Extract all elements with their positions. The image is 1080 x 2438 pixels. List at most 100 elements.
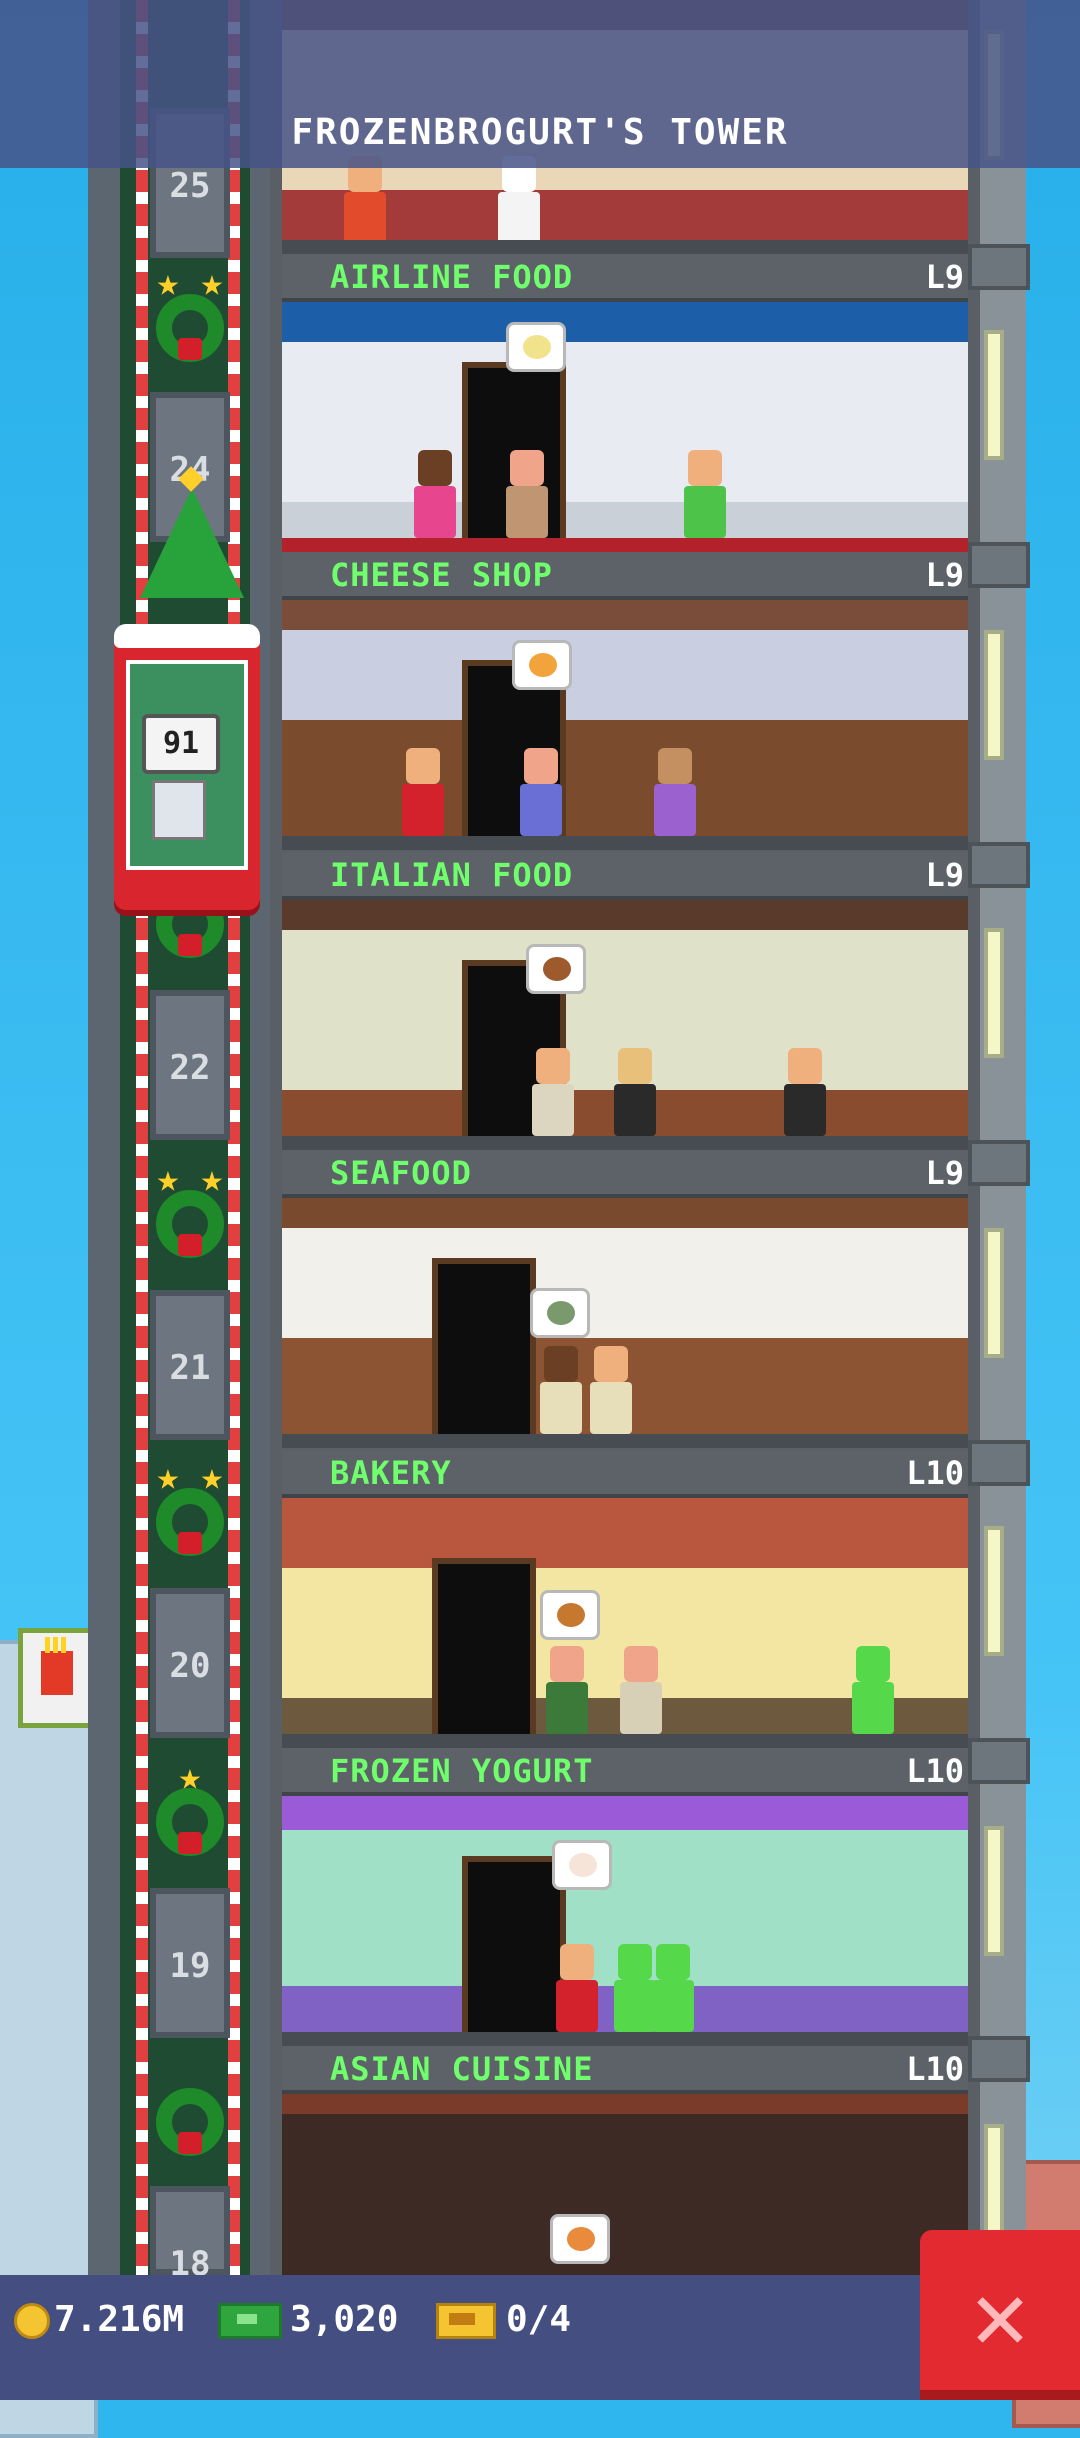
elevator-car[interactable]: 91 (114, 624, 260, 910)
floor-cheese-shop[interactable]: CHEESE SHOP L9 (282, 552, 968, 850)
tower-light (984, 630, 1004, 760)
order-bubble (512, 640, 572, 690)
close-icon: ✕ (971, 2259, 1029, 2371)
bitizen (612, 1048, 658, 1136)
santa-bitizen (554, 1944, 600, 2032)
order-bubble (506, 322, 566, 372)
order-bubble (540, 1590, 600, 1640)
order-bubble (550, 2214, 610, 2264)
tower-title: FROZENBROGURT'S TOWER (291, 112, 789, 153)
tickets-stat[interactable]: 0/4 (436, 2292, 571, 2348)
christmas-tree-icon (140, 488, 244, 598)
bitizen (504, 450, 550, 538)
tower-light (984, 1526, 1004, 1656)
santa-bitizen (400, 748, 446, 836)
shaft-floor-marker: 21 (150, 1290, 230, 1440)
floor-name: FROZEN YOGURT (330, 1752, 594, 1790)
bitizen (538, 1346, 584, 1434)
order-bubble (526, 944, 586, 994)
bitizen (682, 450, 728, 538)
bux-icon (218, 2303, 282, 2339)
floor-italian-food[interactable]: ITALIAN FOOD L9 (282, 852, 968, 1150)
wreath-decoration: ★ ★ (146, 1156, 234, 1290)
bitizen (544, 1646, 590, 1734)
floor-level: L10 (906, 2050, 964, 2088)
frog-costume-bitizen (850, 1646, 896, 1734)
bitizen (618, 1646, 664, 1734)
bitizen (518, 748, 564, 836)
tower-light (984, 928, 1004, 1058)
floor-name: AIRLINE FOOD (330, 258, 574, 296)
frog-costume-bitizen (650, 1944, 696, 2032)
wreath-decoration: ★ (146, 1757, 234, 1888)
tickets-value: 0/4 (506, 2299, 572, 2340)
coins-stat[interactable]: 7.216M (14, 2292, 184, 2348)
shaft-floor-number: 20 (169, 1646, 211, 1686)
star-icon: ★ (156, 260, 180, 304)
floor-room (282, 302, 968, 552)
floor-frozen-yogurt[interactable]: FROZEN YOGURT L10 (282, 1748, 968, 2046)
floor-seafood[interactable]: SEAFOOD L9 (282, 1150, 968, 1448)
star-icon: ★ (200, 260, 224, 304)
elevator-snow (114, 624, 260, 648)
order-bubble (552, 1840, 612, 1890)
floor-asian-cuisine[interactable]: ASIAN CUISINE L10 (282, 2046, 968, 2275)
floor-header: FROZEN YOGURT L10 (282, 1748, 968, 1796)
robot-bitizen-icon (152, 780, 206, 840)
tower-bracket (968, 842, 1030, 888)
floor-room (282, 600, 968, 850)
floor-bakery[interactable]: BAKERY L10 (282, 1450, 968, 1748)
floor-airline-food[interactable]: AIRLINE FOOD L9 (282, 254, 968, 552)
tower-bracket (968, 244, 1030, 290)
floor-header: ASIAN CUISINE L10 (282, 2046, 968, 2094)
star-icon: ★ (200, 1454, 224, 1498)
floor-level: L9 (925, 856, 964, 894)
tower-light (984, 1228, 1004, 1358)
floor-level: L9 (925, 1154, 964, 1192)
floor-header: BAKERY L10 (282, 1450, 968, 1498)
shop-door (432, 1558, 536, 1734)
shaft-floor-marker: 22 (150, 990, 230, 1140)
star-icon: ★ (156, 1156, 180, 1200)
floor-level: L9 (925, 258, 964, 296)
floor-room (282, 2094, 968, 2275)
tower-bracket (968, 542, 1030, 588)
floor-header: ITALIAN FOOD L9 (282, 852, 968, 900)
floor-name: SEAFOOD (330, 1154, 472, 1192)
close-button[interactable]: ✕ (920, 2230, 1080, 2400)
bitizen (588, 1346, 634, 1434)
shaft-floor-number: 21 (169, 1348, 211, 1388)
shop-door (432, 1258, 536, 1434)
floor-name: BAKERY (330, 1454, 452, 1492)
star-icon: ★ (200, 1156, 224, 1200)
coin-icon (14, 2303, 50, 2339)
floor-room (282, 1796, 968, 2046)
bitizen (530, 1048, 576, 1136)
fries-billboard (18, 1628, 98, 1728)
shop-door (462, 1856, 566, 2032)
floor-room (282, 1198, 968, 1448)
bux-stat[interactable]: 3,020 (218, 2292, 398, 2348)
ticket-icon (436, 2303, 496, 2339)
order-bubble (530, 1288, 590, 1338)
floor-header: AIRLINE FOOD L9 (282, 254, 968, 302)
tower-bracket (968, 2036, 1030, 2082)
floor-room (282, 900, 968, 1150)
floor-name: CHEESE SHOP (330, 556, 553, 594)
tower-bracket (968, 1440, 1030, 1486)
shaft-floor-marker: 18 (150, 2186, 230, 2284)
tower-bracket (968, 1738, 1030, 1784)
floor-name: ITALIAN FOOD (330, 856, 574, 894)
wreath-decoration: ★ ★ (146, 1454, 234, 1588)
wreath-decoration: ★ ★ (146, 260, 234, 394)
tower-light (984, 330, 1004, 460)
snowman-bitizen (496, 156, 542, 244)
shaft-floor-number: 19 (169, 1946, 211, 1986)
bitizen (782, 1048, 828, 1136)
shaft-floor-number: 22 (169, 1048, 211, 1088)
floor-header: CHEESE SHOP L9 (282, 552, 968, 600)
floor-level: L9 (925, 556, 964, 594)
elevator-passenger-counter: 91 (142, 714, 220, 774)
tower-bracket (968, 1140, 1030, 1186)
bitizen (342, 156, 388, 244)
